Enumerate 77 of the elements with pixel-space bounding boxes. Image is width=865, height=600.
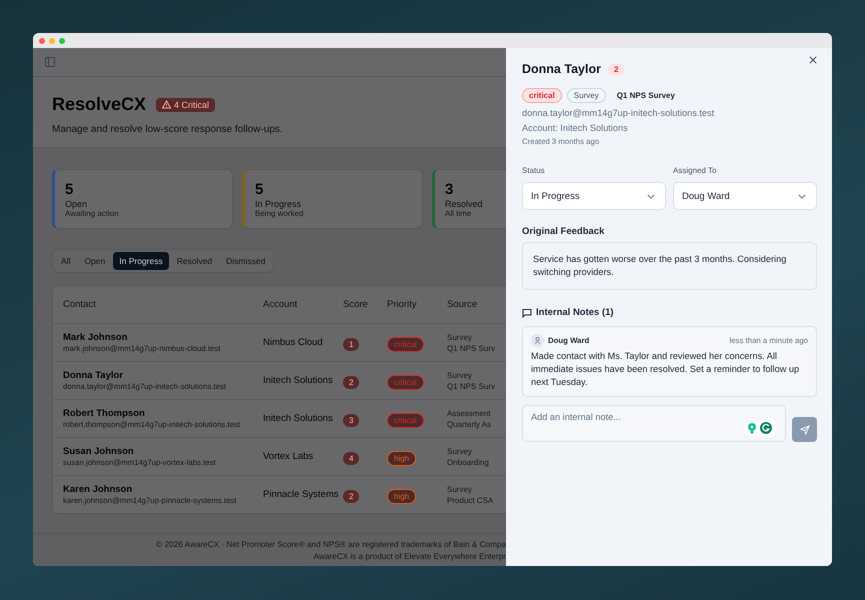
- stat-caption: Awaiting action: [65, 209, 120, 218]
- column-header: Account: [263, 299, 298, 310]
- maximize-dot-icon[interactable]: [59, 38, 65, 44]
- priority-badge: high: [387, 450, 416, 466]
- minimize-dot-icon[interactable]: [49, 38, 55, 44]
- priority-badge: critical: [522, 88, 562, 103]
- dropdown-select[interactable]: Doug Ward: [673, 182, 817, 210]
- priority-badge: critical: [387, 336, 424, 352]
- close-icon[interactable]: [809, 56, 817, 64]
- section-heading: Internal Notes (1): [536, 307, 614, 318]
- send-icon: [800, 424, 810, 434]
- field-label: Status: [522, 166, 546, 175]
- chat-bubble-icon: [522, 308, 532, 318]
- source-type: Survey: [447, 370, 473, 380]
- note-text: Made contact with Ms. Taylor and reviewed her concerns. All immediate issues have been resolved. Set a reminder to follow up next Tuesday.: [531, 350, 800, 389]
- priority-badge: critical: [387, 374, 424, 390]
- stat-value: 5: [65, 182, 74, 198]
- contact-name: Donna Taylor: [522, 62, 601, 76]
- source-badge: Survey: [566, 88, 606, 103]
- dropdown-select[interactable]: In Progress: [522, 182, 666, 210]
- column-header: Priority: [387, 299, 418, 310]
- note-input-field[interactable]: Add an internal note...: [522, 405, 786, 442]
- account-cell-text: Initech Solutions: [263, 413, 334, 424]
- critical-count-badge: 4 Critical: [156, 98, 216, 112]
- app-title: ResolveCX: [52, 94, 146, 115]
- survey-name: Q1 NPS Survey: [616, 90, 676, 102]
- account-cell-text: Nimbus Cloud: [263, 337, 324, 348]
- score-badge: 3: [343, 414, 360, 426]
- stat-label: Open: [65, 199, 88, 209]
- section-heading: Original Feedback: [522, 226, 606, 237]
- filter-tab[interactable]: In Progress: [113, 252, 169, 270]
- contact-name: Robert Thompson: [63, 408, 146, 419]
- source-type: Survey: [447, 446, 473, 456]
- field-label: Assigned To: [673, 166, 718, 175]
- source-name: Quarterly As: [447, 418, 492, 430]
- feedback-text: Service has gotten worse over the past 3 months. Considering switching providers.: [522, 242, 817, 290]
- page-subtitle: Manage and resolve low-score response follow-ups.: [52, 124, 284, 135]
- priority-badge: high: [387, 488, 416, 504]
- score-badge: 1: [343, 338, 360, 350]
- score-badge: 2: [608, 62, 624, 76]
- contact-name: Susan Johnson: [63, 446, 135, 457]
- score-badge: 4: [343, 452, 360, 464]
- user-avatar-icon: [531, 334, 544, 347]
- source-type: Assessment: [447, 408, 492, 418]
- chevron-down-icon: [647, 194, 655, 198]
- stat-caption: All time: [445, 209, 472, 218]
- source-name: Onboarding: [447, 456, 490, 468]
- source-type: Survey: [447, 332, 473, 342]
- contact-name: Donna Taylor: [63, 370, 124, 381]
- footer-text: © 2026 AwareCX · Net Promoter Score® and NPS® are registered trademarks of Bain & Compa: [155, 539, 506, 551]
- stat-label: In Progress: [255, 199, 302, 209]
- footer-text: AwareCX is a product of Elevate Everywhere Enterpr: [312, 551, 506, 563]
- account-cell-text: Vortex Labs: [263, 451, 314, 462]
- writing-assistant-icon[interactable]: [744, 420, 776, 436]
- priority-badge: critical: [387, 412, 424, 428]
- contact-name: Mark Johnson: [63, 332, 128, 343]
- account-cell-text: Pinnacle Systems: [263, 489, 340, 500]
- stat-value: 5: [255, 182, 264, 198]
- close-dot-icon[interactable]: [39, 38, 45, 44]
- contact-email: donna.taylor@mm14g7up-initech-solutions.test: [522, 108, 716, 118]
- score-badge: 2: [343, 376, 360, 388]
- account-cell-text: Initech Solutions: [263, 375, 334, 386]
- stat-value: 3: [445, 182, 454, 198]
- stat-caption: Being worked: [255, 209, 304, 218]
- chevron-down-icon: [798, 194, 806, 198]
- column-header: Contact: [63, 299, 97, 310]
- source-name: Product CSA: [447, 494, 494, 506]
- account-name: Account: Initech Solutions: [522, 123, 629, 133]
- source-type: Survey: [447, 484, 473, 494]
- contact-name: Karen Johnson: [63, 484, 134, 495]
- column-header: Source: [447, 299, 478, 310]
- sidebar-toggle-icon[interactable]: [45, 57, 55, 67]
- stat-label: Resolved: [445, 199, 484, 209]
- source-name: Q1 NPS Surv: [447, 380, 496, 392]
- source-name: Q1 NPS Surv: [447, 342, 496, 354]
- column-header: Score: [343, 299, 369, 310]
- score-badge: 2: [343, 490, 360, 502]
